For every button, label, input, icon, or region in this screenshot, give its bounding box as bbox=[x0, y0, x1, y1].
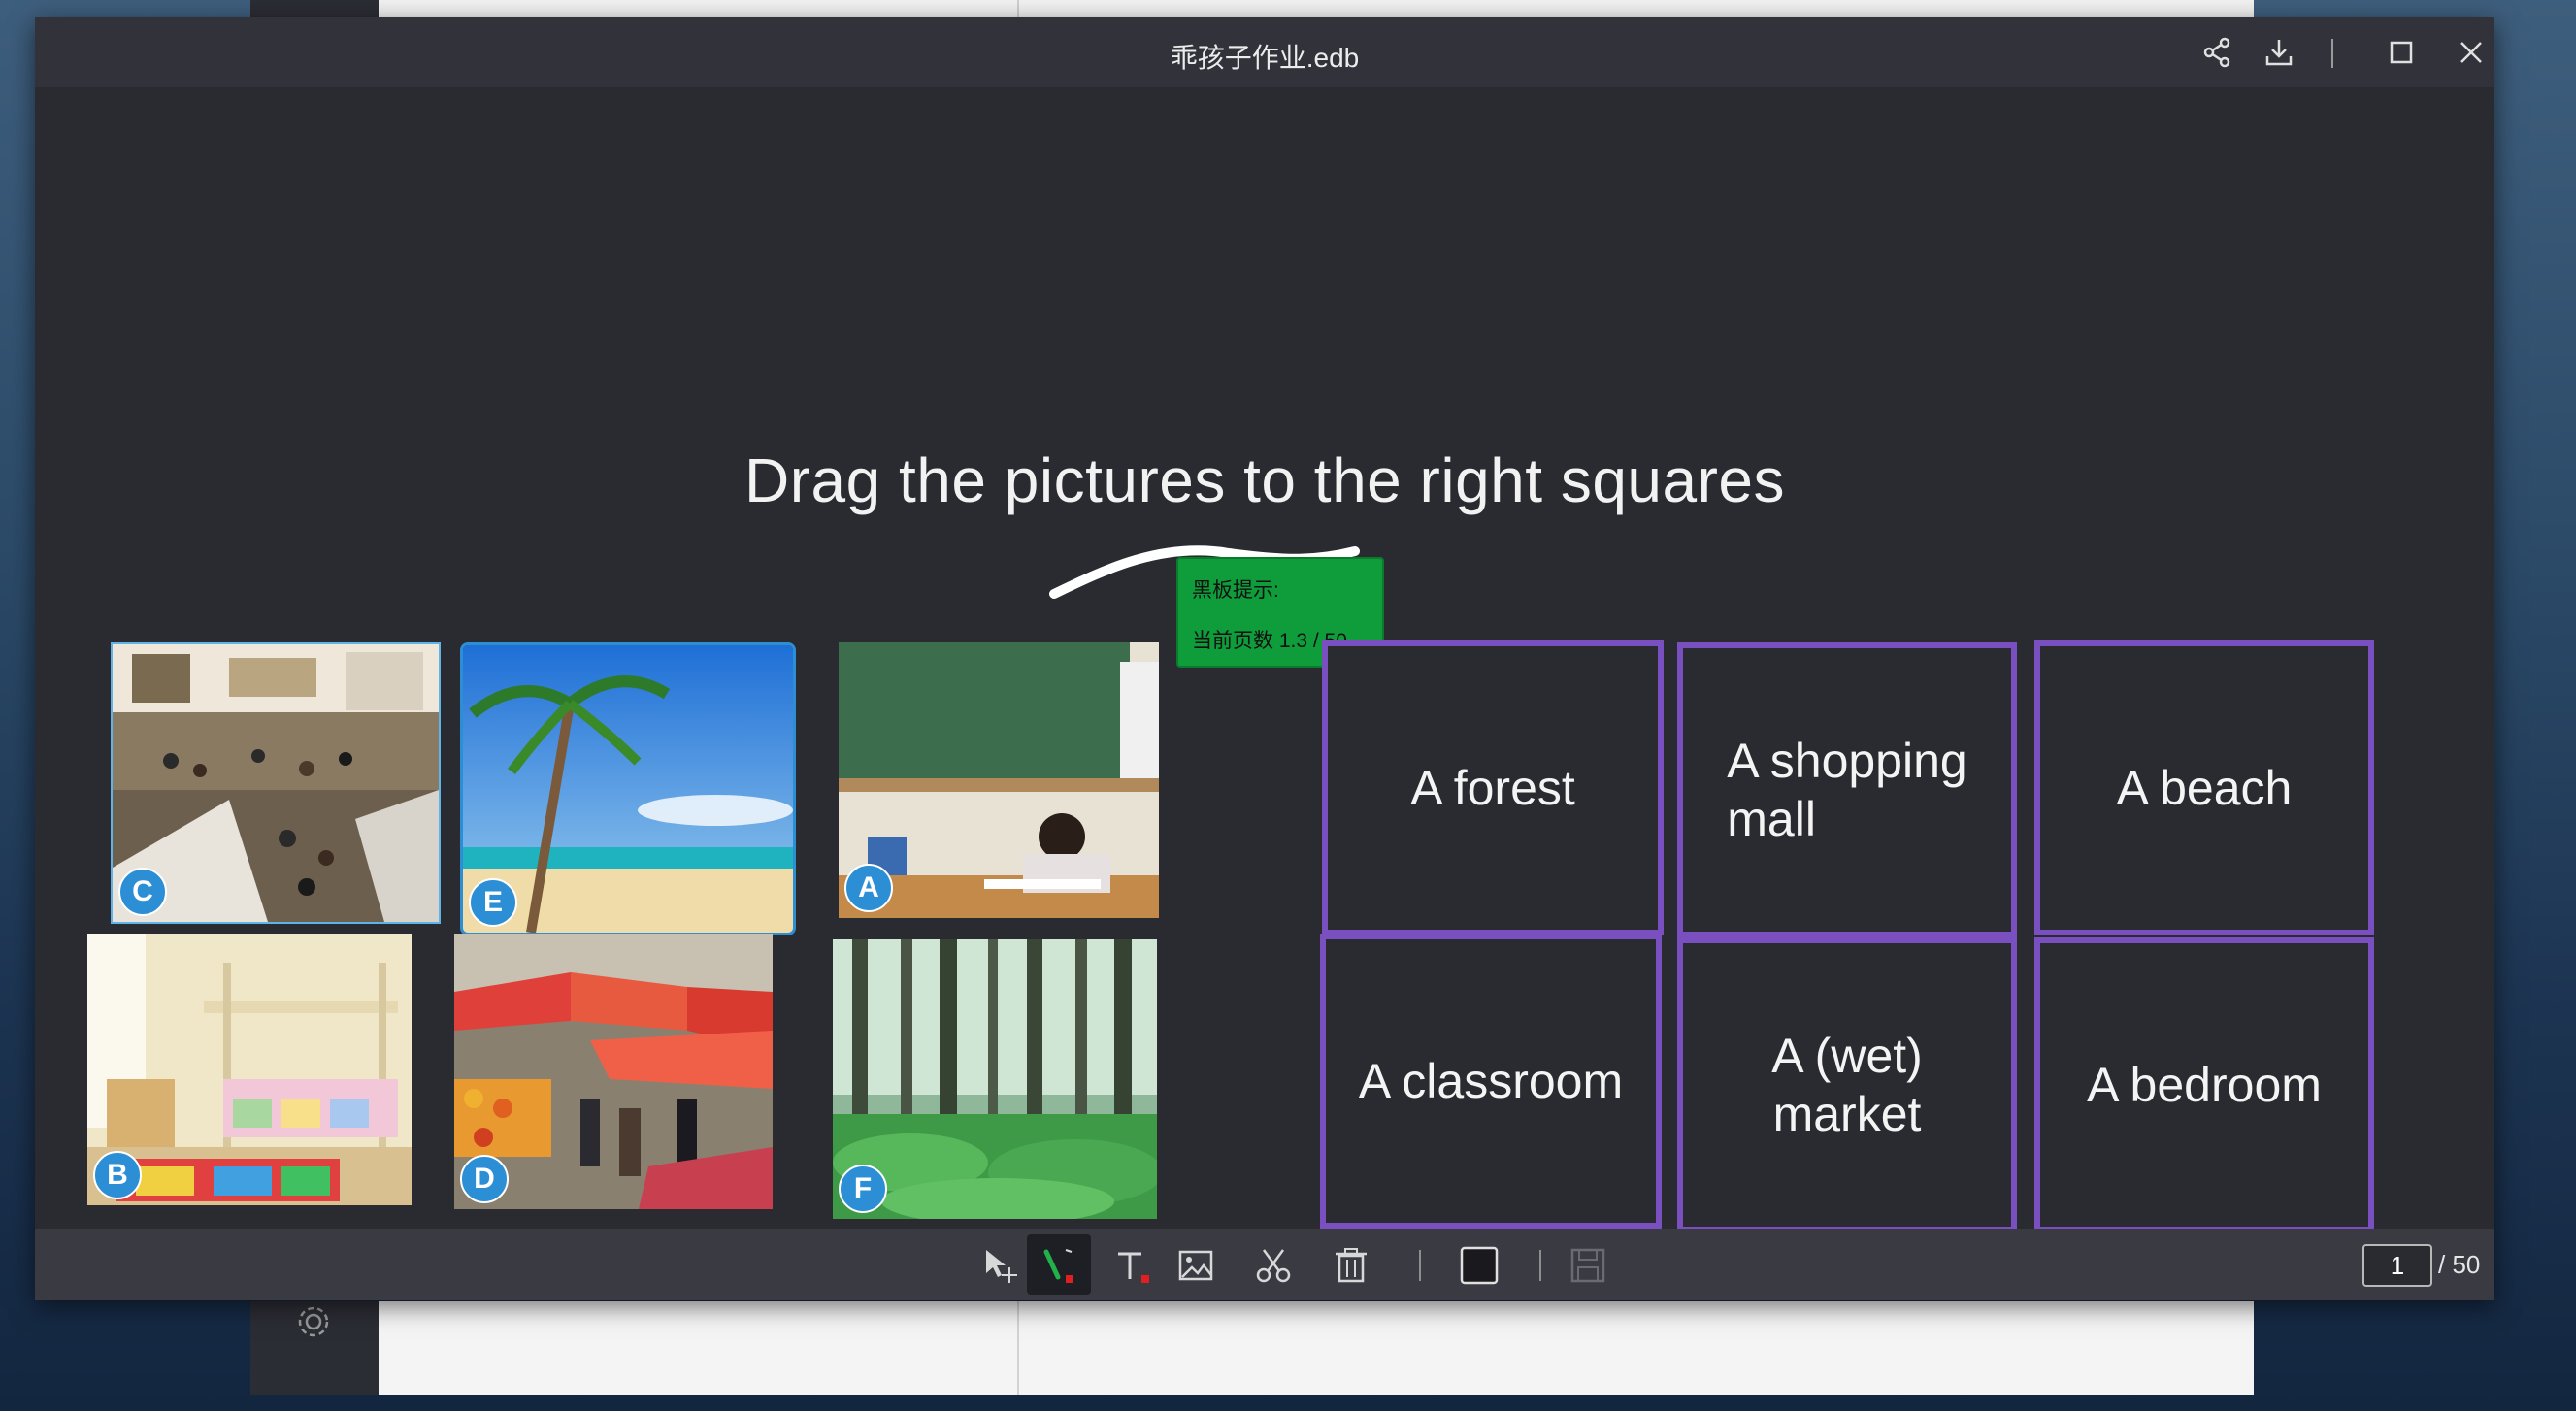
drop-box-shopping-mall[interactable]: A shopping mall bbox=[1677, 642, 2017, 937]
drop-box-label: A forest bbox=[1410, 761, 1575, 815]
save-icon[interactable] bbox=[1567, 1244, 1609, 1287]
title-separator bbox=[2331, 39, 2333, 68]
drop-box-label: A shopping bbox=[1727, 734, 1967, 788]
picture-card-c[interactable]: C bbox=[111, 642, 441, 924]
tooltip-title: 黑板提示: bbox=[1192, 579, 1279, 602]
drop-box-label: A classroom bbox=[1358, 1054, 1624, 1108]
trash-icon[interactable] bbox=[1330, 1244, 1372, 1287]
select-move-icon[interactable] bbox=[980, 1244, 1023, 1287]
drop-box-label: A beach bbox=[2116, 761, 2293, 815]
drop-box-wet-market[interactable]: A (wet) market bbox=[1677, 937, 2017, 1229]
picture-letter-badge: D bbox=[460, 1155, 509, 1203]
picture-letter-badge: A bbox=[844, 864, 893, 912]
text-icon[interactable] bbox=[1112, 1244, 1155, 1287]
drop-box-label: A (wet) bbox=[1771, 1029, 1923, 1083]
background-app-bottom bbox=[250, 1301, 2254, 1395]
picture-letter-badge: E bbox=[469, 878, 517, 927]
drop-box-label-line2: mall bbox=[1727, 792, 1816, 846]
drop-box-bedroom[interactable]: A bedroom bbox=[2034, 937, 2374, 1229]
title-bar: 乖孩子作业.edb bbox=[35, 17, 2494, 87]
drop-box-beach[interactable]: A beach bbox=[2034, 640, 2374, 935]
drop-box-forest[interactable]: A forest bbox=[1322, 640, 1664, 935]
picture-card-b[interactable]: B bbox=[87, 934, 412, 1205]
picture-card-d[interactable]: D bbox=[454, 934, 773, 1209]
edb-viewer-window: 乖孩子作业.edb Drag the pictures to the right… bbox=[35, 17, 2494, 1300]
gear-icon[interactable] bbox=[294, 1302, 333, 1341]
picture-letter-badge: B bbox=[93, 1151, 142, 1199]
picture-card-f[interactable]: F bbox=[833, 939, 1157, 1219]
background-divider bbox=[1017, 0, 1019, 17]
background-app-sidebar-top bbox=[250, 0, 379, 17]
color-swatch-icon[interactable] bbox=[1458, 1244, 1501, 1287]
picture-letter-badge: C bbox=[118, 868, 167, 916]
drop-box-classroom[interactable]: A classroom bbox=[1320, 934, 1662, 1229]
share-icon[interactable] bbox=[2199, 35, 2234, 70]
maximize-icon[interactable] bbox=[2384, 35, 2419, 70]
picture-card-a[interactable]: A bbox=[839, 642, 1159, 918]
page-total: / 50 bbox=[2438, 1250, 2481, 1279]
download-icon[interactable] bbox=[2262, 35, 2296, 70]
image-icon[interactable] bbox=[1174, 1244, 1217, 1287]
picture-card-e[interactable]: E bbox=[460, 642, 796, 935]
drop-box-label-line2: market bbox=[1772, 1087, 1922, 1141]
toolbar-separator bbox=[1419, 1250, 1421, 1281]
picture-letter-badge: F bbox=[839, 1165, 887, 1213]
page-heading: Drag the pictures to the right squares bbox=[744, 445, 1785, 515]
window-title: 乖孩子作业.edb bbox=[1170, 43, 1360, 73]
toolbar-separator bbox=[1539, 1250, 1541, 1281]
close-icon[interactable] bbox=[2454, 35, 2489, 70]
background-divider bbox=[1017, 1301, 1019, 1395]
pen-icon[interactable] bbox=[1037, 1244, 1079, 1287]
drop-box-label: A bedroom bbox=[2087, 1058, 2322, 1112]
page-number-input[interactable]: 1 bbox=[2362, 1244, 2432, 1287]
background-app-top bbox=[250, 0, 2254, 17]
bottom-toolbar: 1 / 50 bbox=[35, 1229, 2494, 1300]
whiteboard-canvas[interactable]: Drag the pictures to the right squares 黑… bbox=[35, 87, 2494, 1229]
scissors-icon[interactable] bbox=[1252, 1244, 1295, 1287]
